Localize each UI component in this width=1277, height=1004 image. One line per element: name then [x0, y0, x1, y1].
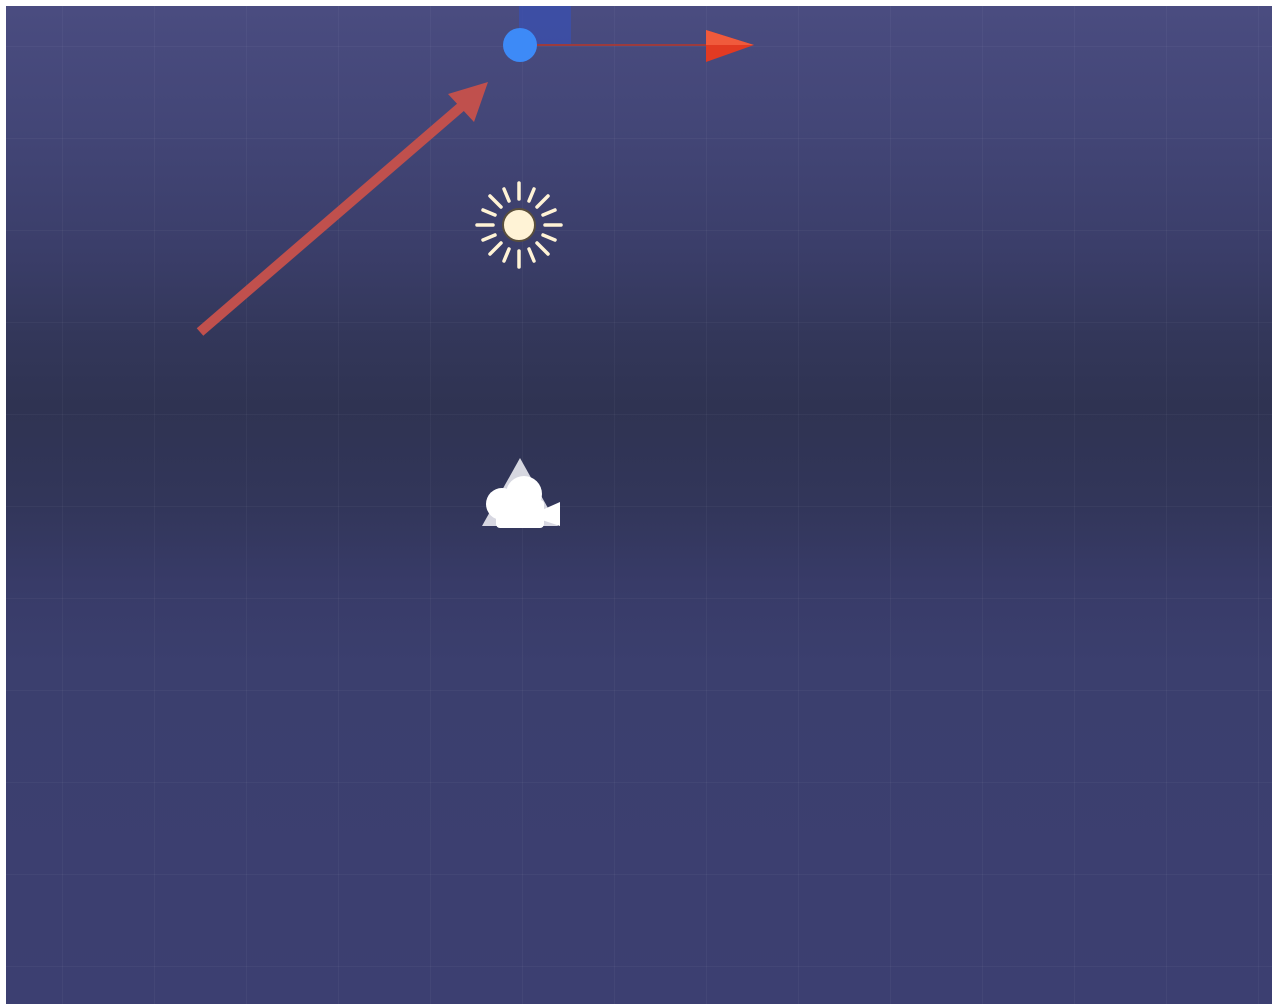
sun-icon[interactable]	[474, 180, 564, 270]
annotation-arrow-icon	[196, 82, 488, 336]
pivot-circle-icon[interactable]	[503, 28, 537, 62]
transform-gizmo[interactable]	[496, 6, 766, 66]
scene-view[interactable]	[6, 6, 1272, 1004]
camera-icon[interactable]	[476, 454, 566, 534]
x-axis-handle[interactable]	[496, 6, 766, 66]
